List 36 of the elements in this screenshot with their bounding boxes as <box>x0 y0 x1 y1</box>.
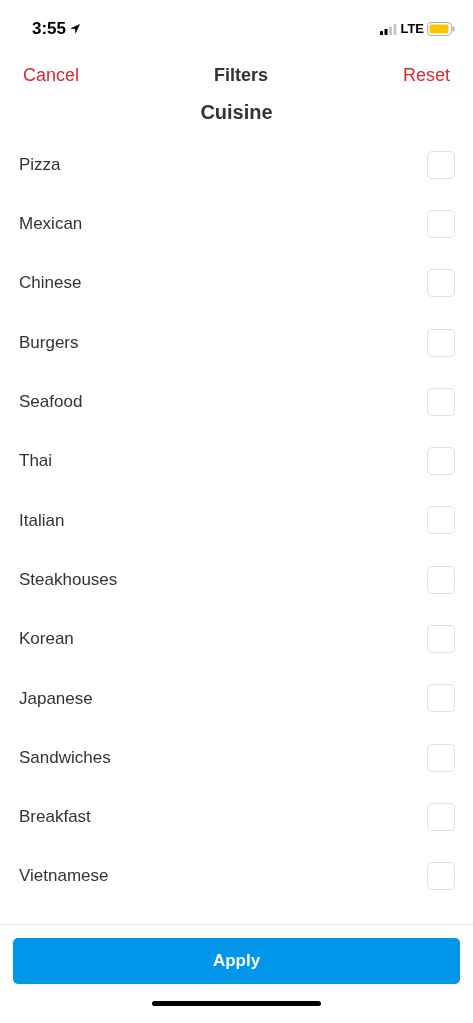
checkbox[interactable] <box>427 565 455 594</box>
checkbox[interactable] <box>427 328 455 357</box>
cuisine-option: Seafood <box>19 389 83 415</box>
checkbox[interactable] <box>427 387 455 416</box>
checkbox[interactable] <box>427 506 455 535</box>
section-title: Cuisine <box>200 100 273 125</box>
cuisine-option: Vietnamese <box>19 863 109 889</box>
cuisine-option: Breakfast <box>19 804 91 830</box>
checkbox[interactable] <box>427 447 455 476</box>
cuisine-option: Thai <box>19 448 53 474</box>
cuisine-option: Pizza <box>19 151 61 178</box>
cuisine-option: Chinese <box>19 270 82 296</box>
cuisine-option: Burgers <box>19 329 79 356</box>
cancel-button[interactable]: Cancel <box>23 61 80 89</box>
cuisine-option: Sandwiches <box>19 744 111 771</box>
network-label: LTE <box>400 20 424 39</box>
checkbox[interactable] <box>427 684 455 713</box>
checkbox[interactable] <box>427 625 455 653</box>
apply-button[interactable]: Apply <box>13 938 460 984</box>
screen-title: Filters <box>214 63 268 87</box>
battery-icon <box>427 22 455 36</box>
checkbox[interactable] <box>427 862 455 891</box>
checkbox[interactable] <box>427 269 455 298</box>
cuisine-option: Korean <box>19 626 74 652</box>
cuisine-option: Steakhouses <box>19 566 118 593</box>
cuisine-option: Japanese <box>19 685 93 712</box>
checkbox[interactable] <box>427 150 455 179</box>
location-arrow-icon <box>69 23 82 35</box>
checkbox[interactable] <box>427 743 455 772</box>
status-time: 3:55 <box>32 18 67 41</box>
signal-icon <box>380 23 398 35</box>
reset-button[interactable]: Reset <box>402 61 450 89</box>
cuisine-option: Italian <box>19 507 65 534</box>
cuisine-option: Mexican <box>19 211 83 237</box>
checkbox[interactable] <box>427 209 455 238</box>
checkbox[interactable] <box>427 802 455 831</box>
